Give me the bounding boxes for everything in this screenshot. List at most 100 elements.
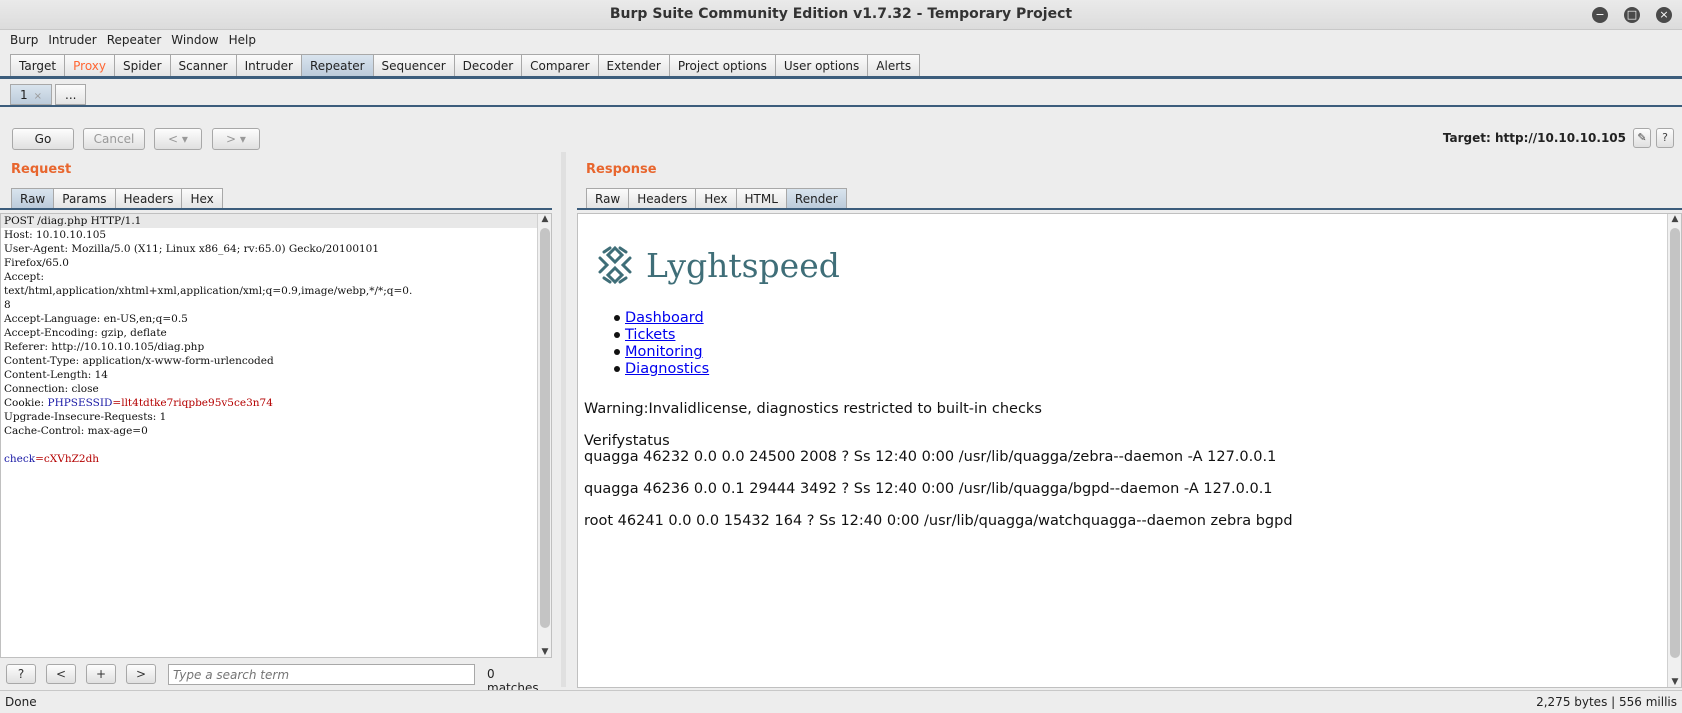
- main-tabs: Target Proxy Spider Scanner Intruder Rep…: [10, 54, 921, 77]
- status-text: Done: [5, 695, 37, 709]
- process-line: quagga 46236 0.0 0.1 29444 3492 ? Ss 12:…: [584, 481, 1273, 497]
- bullet-icon: [614, 366, 620, 372]
- request-tab-raw[interactable]: Raw: [11, 188, 54, 209]
- scroll-thumb[interactable]: [1670, 228, 1680, 658]
- response-tab-render[interactable]: Render: [785, 188, 847, 209]
- request-scrollbar[interactable]: ▲ ▼: [537, 214, 551, 657]
- response-nav: Dashboard Tickets Monitoring Diagnostics: [614, 310, 709, 378]
- response-stats: 2,275 bytes | 556 millis: [1536, 695, 1677, 709]
- request-line: Cache-Control: max-age=0: [4, 425, 148, 437]
- request-tabs-rule: [0, 208, 552, 210]
- go-button[interactable]: Go: [12, 128, 74, 150]
- response-tab-html[interactable]: HTML: [735, 188, 786, 209]
- request-tab-hex[interactable]: Hex: [181, 188, 223, 209]
- search-prev-button[interactable]: <: [46, 664, 76, 684]
- menu-bar: Burp Intruder Repeater Window Help: [0, 30, 1682, 51]
- repeater-tab-new[interactable]: ...: [55, 84, 87, 105]
- nav-link-tickets[interactable]: Tickets: [625, 327, 675, 343]
- request-line: Connection: close: [4, 383, 99, 395]
- nav-link-dashboard[interactable]: Dashboard: [625, 310, 704, 326]
- response-render: Lyghtspeed Dashboard Tickets Monitoring …: [577, 213, 1682, 688]
- target-label: Target: http://10.10.10.105: [1442, 131, 1626, 145]
- body-param-value: =cXVhZ2dh: [35, 453, 100, 465]
- tab-repeater[interactable]: Repeater: [300, 54, 373, 77]
- edit-target-icon[interactable]: ✎: [1633, 128, 1651, 148]
- nav-link-monitoring[interactable]: Monitoring: [625, 344, 703, 360]
- tab-comparer[interactable]: Comparer: [521, 54, 598, 77]
- brand-name: Lyghtspeed: [646, 245, 840, 285]
- minimize-icon[interactable]: −: [1592, 7, 1608, 23]
- back-button[interactable]: < ▾: [154, 128, 202, 150]
- menu-repeater[interactable]: Repeater: [102, 30, 167, 47]
- repeater-tab-1[interactable]: 1 ×: [10, 84, 53, 105]
- scroll-thumb[interactable]: [540, 228, 550, 628]
- response-tab-headers[interactable]: Headers: [628, 188, 696, 209]
- process-line: root 46241 0.0 0.0 15432 164 ? Ss 12:40 …: [584, 513, 1293, 529]
- nav-link-diagnostics[interactable]: Diagnostics: [625, 361, 709, 377]
- brand-logo: Lyghtspeed: [594, 244, 840, 286]
- menu-intruder[interactable]: Intruder: [43, 30, 101, 47]
- menu-window[interactable]: Window: [166, 30, 223, 47]
- title-bar: Burp Suite Community Edition v1.7.32 - T…: [0, 0, 1682, 30]
- request-line: User-Agent: Mozilla/5.0 (X11; Linux x86_…: [4, 243, 380, 255]
- scroll-up-icon[interactable]: ▲: [1668, 214, 1681, 224]
- response-scrollbar[interactable]: ▲ ▼: [1667, 214, 1681, 687]
- status-bar: Done 2,275 bytes | 556 millis: [0, 690, 1682, 713]
- response-tab-hex[interactable]: Hex: [695, 188, 736, 209]
- tab-user-options[interactable]: User options: [774, 54, 868, 77]
- help-icon[interactable]: ?: [1656, 128, 1674, 148]
- tab-alerts[interactable]: Alerts: [867, 54, 921, 77]
- forward-button[interactable]: > ▾: [212, 128, 260, 150]
- request-line: 8: [4, 299, 11, 311]
- request-blank-line: [1, 438, 551, 452]
- tab-intruder[interactable]: Intruder: [235, 54, 301, 77]
- body-param-name: check: [4, 453, 36, 465]
- response-title: Response: [586, 162, 657, 177]
- maximize-icon[interactable]: □: [1624, 7, 1640, 23]
- search-help-button[interactable]: ?: [6, 664, 36, 684]
- tab-decoder[interactable]: Decoder: [453, 54, 522, 77]
- close-icon[interactable]: ×: [1656, 7, 1672, 23]
- verify-status-heading: Verifystatus: [584, 433, 670, 449]
- request-tab-params[interactable]: Params: [53, 188, 115, 209]
- process-line: quagga 46232 0.0 0.0 24500 2008 ? Ss 12:…: [584, 449, 1277, 465]
- cancel-button[interactable]: Cancel: [83, 128, 145, 150]
- menu-help[interactable]: Help: [224, 30, 261, 47]
- response-tab-raw[interactable]: Raw: [586, 188, 629, 209]
- tab-scanner[interactable]: Scanner: [169, 54, 236, 77]
- scroll-down-icon[interactable]: ▼: [1668, 677, 1681, 687]
- tab-project-options[interactable]: Project options: [668, 54, 775, 77]
- bullet-icon: [614, 315, 620, 321]
- tab-target[interactable]: Target: [10, 54, 65, 77]
- repeater-tabs: 1 × ...: [10, 84, 89, 105]
- request-editor[interactable]: POST /diag.php HTTP/1.1 Host: 10.10.10.1…: [0, 213, 552, 658]
- request-tab-headers[interactable]: Headers: [114, 188, 182, 209]
- tab-extender[interactable]: Extender: [597, 54, 669, 77]
- nav-item: Diagnostics: [614, 361, 709, 378]
- chevron-down-icon: ▾: [181, 132, 188, 146]
- menu-burp[interactable]: Burp: [5, 30, 43, 47]
- panel-splitter[interactable]: [561, 152, 566, 687]
- tab-sequencer[interactable]: Sequencer: [372, 54, 454, 77]
- request-line: Host: 10.10.10.105: [4, 229, 107, 241]
- request-tabs: Raw Params Headers Hex: [11, 188, 223, 209]
- search-input[interactable]: [168, 664, 475, 685]
- scroll-down-icon[interactable]: ▼: [538, 647, 551, 657]
- bullet-icon: [614, 349, 620, 355]
- tab-proxy[interactable]: Proxy: [64, 54, 114, 77]
- request-line: text/html,application/xhtml+xml,applicat…: [4, 285, 413, 297]
- search-next-button[interactable]: >: [126, 664, 156, 684]
- request-line: Firefox/65.0: [4, 257, 69, 269]
- search-add-button[interactable]: +: [86, 664, 116, 684]
- close-tab-icon[interactable]: ×: [34, 91, 42, 102]
- cookie-name: PHPSESSID: [47, 397, 113, 409]
- license-warning: Warning:Invalidlicense, diagnostics rest…: [584, 401, 1042, 417]
- request-line: Content-Type: application/x-www-form-url…: [4, 355, 274, 367]
- search-bar: ? < + > 0 matches: [0, 660, 540, 695]
- scroll-up-icon[interactable]: ▲: [538, 214, 551, 224]
- chevron-down-icon: ▾: [239, 132, 246, 146]
- back-label: <: [168, 132, 179, 146]
- repeater-tab-1-label: 1: [20, 88, 28, 102]
- request-line: Accept:: [4, 271, 45, 283]
- tab-spider[interactable]: Spider: [114, 54, 170, 77]
